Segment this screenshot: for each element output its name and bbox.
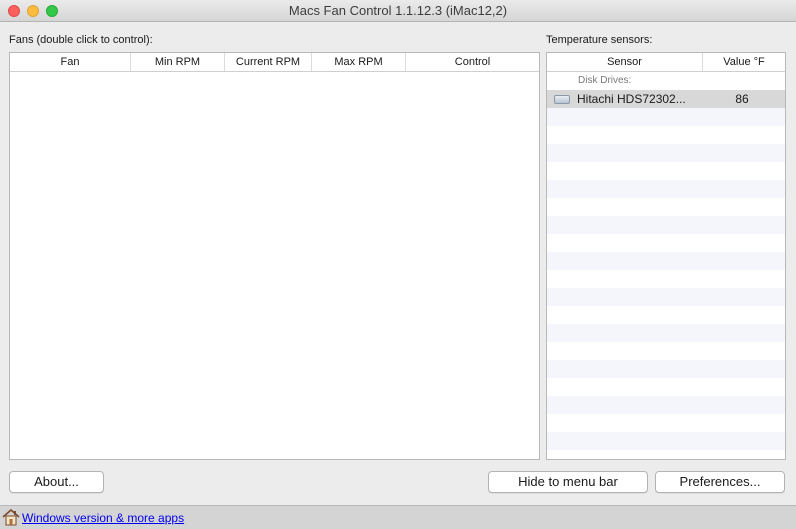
empty-table-row bbox=[547, 306, 785, 324]
fans-table-header: Fan Min RPM Current RPM Max RPM Control bbox=[10, 53, 539, 72]
empty-table-row bbox=[547, 198, 785, 216]
sensor-value: 86 bbox=[735, 92, 749, 106]
preferences-button[interactable]: Preferences... bbox=[655, 471, 785, 493]
sensor-column-header[interactable]: Sensor bbox=[547, 53, 703, 71]
windows-version-link[interactable]: Windows version & more apps bbox=[22, 511, 184, 525]
sensors-table[interactable]: Sensor Value °F Disk Drives: Hitachi HDS… bbox=[546, 52, 786, 460]
current-rpm-column-header[interactable]: Current RPM bbox=[225, 53, 312, 71]
about-button[interactable]: About... bbox=[9, 471, 104, 493]
value-column-header[interactable]: Value °F bbox=[703, 53, 785, 71]
empty-table-row bbox=[547, 216, 785, 234]
home-icon[interactable] bbox=[2, 509, 20, 526]
sensor-name: Hitachi HDS72302... bbox=[577, 92, 686, 106]
sensor-group-disk-drives: Disk Drives: bbox=[547, 72, 785, 90]
hide-to-menu-bar-button[interactable]: Hide to menu bar bbox=[488, 471, 648, 493]
empty-table-row bbox=[547, 252, 785, 270]
empty-table-row bbox=[547, 414, 785, 432]
control-column-header[interactable]: Control bbox=[406, 53, 539, 71]
min-rpm-column-header[interactable]: Min RPM bbox=[131, 53, 225, 71]
empty-table-row bbox=[547, 396, 785, 414]
fan-column-header[interactable]: Fan bbox=[10, 53, 131, 71]
sensors-label: Temperature sensors: bbox=[546, 34, 653, 46]
empty-table-row bbox=[547, 180, 785, 198]
empty-table-row bbox=[547, 144, 785, 162]
empty-table-row bbox=[547, 378, 785, 396]
fans-table[interactable]: Fan Min RPM Current RPM Max RPM Control bbox=[9, 52, 540, 460]
footer-bar: Windows version & more apps bbox=[0, 505, 796, 529]
title-bar[interactable]: Macs Fan Control 1.1.12.3 (iMac12,2) bbox=[0, 0, 796, 22]
empty-table-row bbox=[547, 324, 785, 342]
empty-table-row bbox=[547, 162, 785, 180]
max-rpm-column-header[interactable]: Max RPM bbox=[312, 53, 406, 71]
sensors-table-header: Sensor Value °F bbox=[547, 53, 785, 72]
empty-table-row bbox=[547, 360, 785, 378]
empty-table-row bbox=[547, 234, 785, 252]
window-title: Macs Fan Control 1.1.12.3 (iMac12,2) bbox=[288, 3, 508, 18]
empty-table-row bbox=[547, 288, 785, 306]
empty-table-row bbox=[547, 108, 785, 126]
hard-drive-icon bbox=[554, 94, 570, 104]
empty-table-row bbox=[547, 270, 785, 288]
empty-table-row bbox=[547, 126, 785, 144]
empty-table-row bbox=[547, 342, 785, 360]
sensor-row[interactable]: Hitachi HDS72302... 86 bbox=[547, 90, 785, 108]
empty-table-row bbox=[547, 432, 785, 450]
fans-label: Fans (double click to control): bbox=[9, 34, 153, 46]
